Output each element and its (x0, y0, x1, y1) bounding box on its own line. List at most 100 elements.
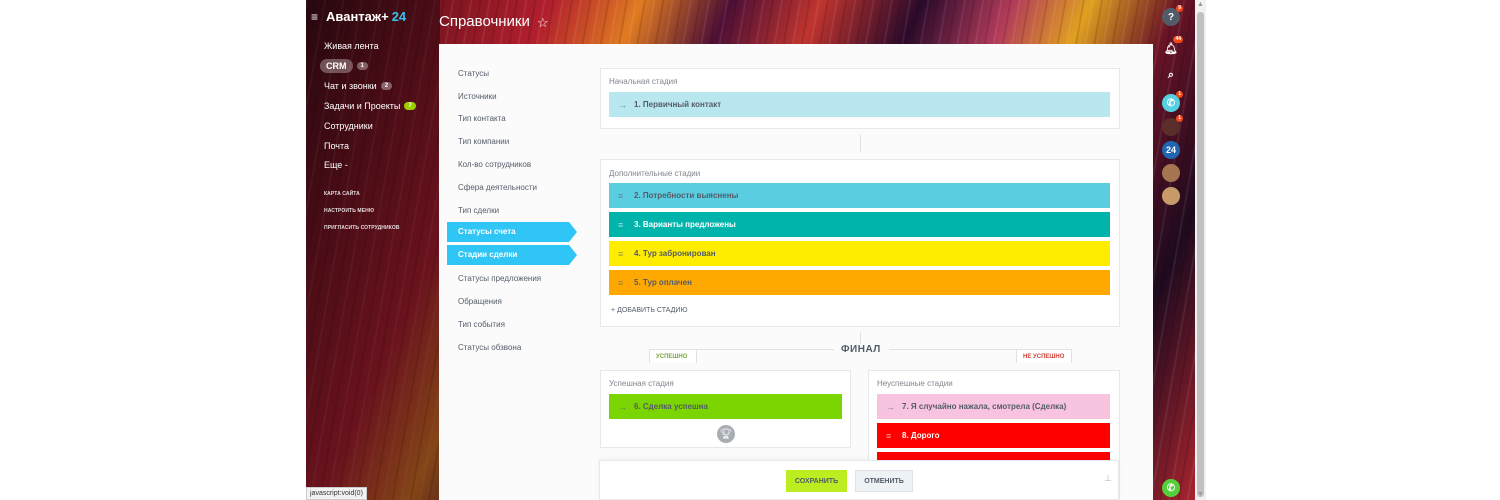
nav-item-appeals[interactable]: Обращения (458, 297, 502, 306)
main-card: Статусы Источники Тип контакта Тип компа… (439, 44, 1153, 500)
logo[interactable]: ≡ Авантаж+ 24 (311, 9, 406, 24)
drag-handle-icon[interactable]: ≡ (618, 220, 626, 230)
menu-item-chat[interactable]: Чат и звонки 2 (324, 81, 393, 91)
drag-handle-icon[interactable]: ≡ (886, 431, 894, 441)
nav-item-quote-statuses[interactable]: Статусы предложения (458, 274, 541, 283)
final-title: ФИНАЛ (841, 344, 881, 355)
menu-item-employees[interactable]: Сотрудники (324, 121, 373, 131)
help-icon[interactable]: ? 9 (1162, 5, 1183, 26)
stage-label[interactable]: 5. Тур оплачен (634, 278, 692, 287)
menu-item-tasks[interactable]: Задачи и Проекты 7 (324, 101, 416, 111)
action-bar: СОХРАНИТЬ ОТМЕНИТЬ ⊥ (599, 460, 1119, 500)
nav-item-deal-type[interactable]: Тип сделки (458, 206, 499, 215)
stage-label[interactable]: 8. Дорого (902, 431, 939, 440)
arrow-right-icon: → (886, 401, 895, 412)
call-icon[interactable]: ✆ (1162, 479, 1180, 497)
link-site-map[interactable]: КАРТА САЙТА (324, 191, 360, 197)
connector-line (860, 134, 861, 152)
stage-label[interactable]: 4. Тур забронирован (634, 249, 716, 258)
stage-item[interactable]: ≡ 5. Тур оплачен (609, 270, 1110, 295)
main-card-inner: Статусы Источники Тип контакта Тип компа… (439, 44, 1153, 500)
nav-item-statuses[interactable]: Статусы (458, 69, 489, 78)
logo-name: Авантаж+ (326, 9, 389, 24)
box-title: Неуспешные стадии (877, 379, 953, 388)
nav-item-sources[interactable]: Источники (458, 92, 497, 101)
menu-counter: 2 (380, 82, 393, 90)
menu-item-more[interactable]: Еще - (324, 160, 348, 170)
scroll-down-icon[interactable]: ▼ (1195, 490, 1206, 500)
nav-item-invoice-statuses[interactable]: Статусы счета (447, 222, 577, 242)
logo-number: 24 (391, 9, 407, 24)
menu-item-label: Живая лента (324, 41, 379, 51)
scrollbar[interactable]: ▲ ▼ (1195, 0, 1206, 500)
nav-item-industry[interactable]: Сфера деятельности (458, 183, 537, 192)
stage-label[interactable]: 2. Потребности выяснены (634, 191, 738, 200)
nav-item-call-statuses[interactable]: Статусы обзвона (458, 343, 521, 352)
pin-icon[interactable]: ⊥ (1104, 473, 1112, 484)
avatar[interactable] (1162, 164, 1180, 182)
bitrix24-icon[interactable]: 24 (1162, 141, 1180, 159)
stage-item[interactable]: ≡ 8. Дорого (877, 423, 1110, 448)
drag-handle-icon[interactable]: ≡ (618, 249, 626, 259)
hamburger-icon[interactable]: ≡ (311, 10, 321, 24)
fail-tag: НЕ УСПЕШНО (1016, 349, 1072, 363)
arrow-right-icon: → (618, 401, 627, 412)
menu-item-label: Задачи и Проекты (324, 101, 401, 111)
nav-item-employee-count[interactable]: Кол-во сотрудников (458, 160, 531, 169)
success-stage-box: Успешная стадия → 6. Сделка успешна 🏆︎ (600, 370, 851, 448)
link-configure-menu[interactable]: НАСТРОИТЬ МЕНЮ (324, 208, 374, 214)
menu-item-label: Еще - (324, 160, 348, 170)
stage-label[interactable]: 6. Сделка успешна (634, 402, 708, 411)
stage-item[interactable]: ≡ 2. Потребности выяснены (609, 183, 1110, 208)
trophy-icon: 🏆︎ (717, 425, 735, 443)
search-icon[interactable]: ⌕ (1162, 66, 1180, 84)
help-badge: 9 (1176, 5, 1183, 12)
left-menu: ≡ Авантаж+ 24 Живая лента CRM 1 Чат и зв… (306, 0, 440, 500)
menu-item-label: Почта (324, 141, 349, 151)
menu-item-crm[interactable]: CRM 1 (320, 59, 368, 73)
drag-handle-icon[interactable]: ≡ (618, 191, 626, 201)
scrollbar-thumb[interactable] (1197, 12, 1204, 497)
stage-label[interactable]: 1. Первичный контакт (634, 100, 721, 109)
success-tag: УСПЕШНО (649, 349, 697, 363)
stage-item[interactable]: → 1. Первичный контакт (609, 92, 1110, 117)
menu-item-mail[interactable]: Почта (324, 141, 349, 151)
initial-stage-box: Начальная стадия → 1. Первичный контакт (600, 68, 1120, 129)
nav-item-company-type[interactable]: Тип компании (458, 137, 509, 146)
scroll-up-icon[interactable]: ▲ (1195, 0, 1206, 10)
stage-item[interactable]: ≡ 4. Тур забронирован (609, 241, 1110, 266)
star-icon[interactable]: ☆ (537, 15, 549, 31)
link-invite-employees[interactable]: ПРИГЛАСИТЬ СОТРУДНИКОВ (324, 225, 400, 231)
menu-item-label: Чат и звонки (324, 81, 377, 91)
nav-item-contact-type[interactable]: Тип контакта (458, 114, 506, 123)
right-panel: ? 9 🔔︎ 44 ⌕ ✆ 1 1 24 ✆ (1152, 0, 1195, 500)
status-bar-url: javascript:void(0) (306, 487, 367, 500)
call-badge: 1 (1176, 91, 1183, 98)
stage-label[interactable]: 7. Я случайно нажала, смотрела (Сделка) (902, 402, 1066, 411)
bell-icon[interactable]: 🔔︎ 44 (1162, 36, 1183, 57)
drag-handle-icon[interactable]: ≡ (618, 278, 626, 288)
add-stage-label: ДОБАВИТЬ СТАДИЮ (617, 307, 688, 314)
nav-item-event-type[interactable]: Тип события (458, 320, 505, 329)
arrow-right-icon: → (618, 99, 627, 110)
stage-label[interactable]: 3. Варианты предложены (634, 220, 736, 229)
phone-icon[interactable]: ✆ 1 (1162, 91, 1183, 112)
stage-item[interactable]: ≡ 3. Варианты предложены (609, 212, 1110, 237)
add-stage-button[interactable]: + ДОБАВИТЬ СТАДИЮ (611, 307, 688, 314)
menu-counter: 7 (404, 102, 416, 110)
notify-badge: 44 (1173, 36, 1183, 43)
avatar[interactable] (1162, 187, 1180, 205)
menu-item-label: Сотрудники (324, 121, 373, 131)
avatar[interactable]: 1 (1162, 115, 1183, 136)
menu-item-live-feed[interactable]: Живая лента (324, 41, 379, 51)
stage-item[interactable]: → 7. Я случайно нажала, смотрела (Сделка… (877, 394, 1110, 419)
save-button[interactable]: СОХРАНИТЬ (786, 470, 847, 492)
box-title: Успешная стадия (609, 379, 674, 388)
nav-item-deal-stages[interactable]: Стадии сделки (447, 245, 577, 265)
page-title: Справочники (439, 13, 530, 30)
stage-item[interactable]: → 6. Сделка успешна (609, 394, 842, 419)
plus-icon: + (611, 307, 616, 314)
cancel-button[interactable]: ОТМЕНИТЬ (855, 470, 913, 492)
connector-line (860, 332, 861, 344)
app-background: ≡ Авантаж+ 24 Живая лента CRM 1 Чат и зв… (306, 0, 1195, 500)
